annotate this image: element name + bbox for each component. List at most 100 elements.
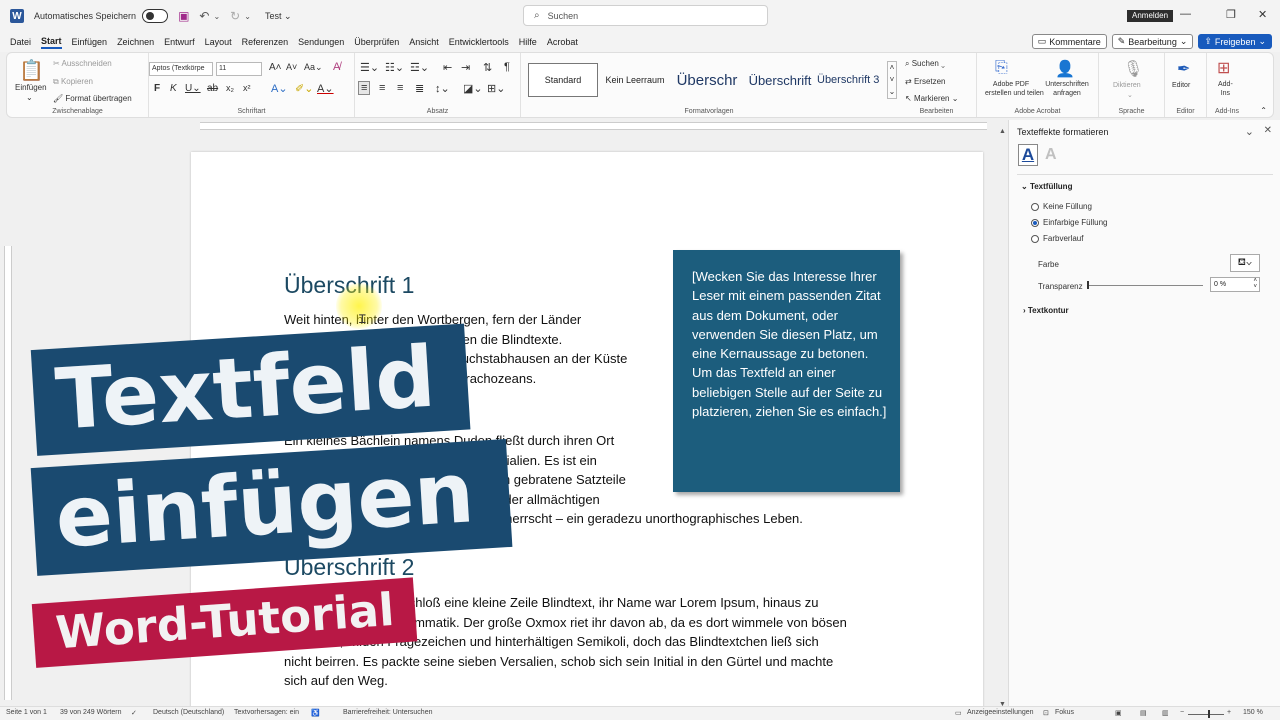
text-effects-icon[interactable]: A⌄ bbox=[271, 82, 288, 95]
show-marks-icon[interactable]: ¶ bbox=[504, 61, 510, 73]
paste-dropdown-icon[interactable]: ⌄ bbox=[26, 93, 33, 102]
select-button[interactable]: ↖ Markieren ⌄ bbox=[905, 94, 958, 103]
vertical-scrollbar[interactable]: ▲ ▼ bbox=[998, 128, 1008, 708]
restore-icon[interactable]: ❐ bbox=[1226, 8, 1236, 21]
paste-button[interactable]: Einfügen bbox=[15, 83, 47, 92]
paste-icon[interactable]: 📋 bbox=[19, 58, 44, 83]
text-fill-section[interactable]: ⌄ Textfüllung bbox=[1021, 182, 1072, 191]
text-box[interactable]: [Wecken Sie das Interesse Ihrer Leser mi… bbox=[673, 250, 900, 492]
font-name-combo[interactable]: Aptos (Textkörpe bbox=[149, 62, 213, 76]
create-pdf-button[interactable]: Adobe PDF erstellen und teilen bbox=[985, 80, 1044, 98]
bold-icon[interactable]: F bbox=[154, 83, 160, 94]
focus-button[interactable]: Fokus bbox=[1055, 709, 1074, 716]
save-icon[interactable]: ▣ bbox=[178, 9, 189, 23]
shrink-font-icon[interactable]: A˅ bbox=[286, 62, 297, 72]
borders-icon[interactable]: ⊞⌄ bbox=[487, 82, 505, 95]
addins-button[interactable]: Add- Ins bbox=[1218, 80, 1233, 98]
vertical-ruler[interactable] bbox=[4, 246, 12, 700]
text-outline-section[interactable]: › Textkontur bbox=[1023, 306, 1069, 315]
italic-icon[interactable]: K bbox=[170, 83, 177, 94]
align-center-icon[interactable]: ≡ bbox=[379, 82, 385, 94]
find-button[interactable]: ⌕ Suchen ⌄ bbox=[905, 59, 945, 69]
clear-formatting-icon[interactable]: A̸ bbox=[333, 61, 340, 73]
read-mode-icon[interactable]: ▣ bbox=[1115, 709, 1122, 717]
create-pdf-icon[interactable]: ⎘ bbox=[995, 59, 1008, 77]
style-standard[interactable]: Standard bbox=[528, 63, 598, 97]
minimize-icon[interactable]: — bbox=[1180, 8, 1191, 20]
dictate-dropdown-icon[interactable]: ⌄ bbox=[1127, 91, 1133, 99]
cut-button[interactable]: ✂ Ausschneiden bbox=[53, 59, 112, 68]
addins-icon[interactable]: ⊞ bbox=[1217, 58, 1230, 78]
numbering-icon[interactable]: ☷⌄ bbox=[385, 61, 404, 74]
zoom-level[interactable]: 150 % bbox=[1243, 709, 1263, 716]
undo-dropdown-icon[interactable]: ⌄ bbox=[213, 12, 220, 21]
login-button[interactable]: Anmelden bbox=[1127, 10, 1174, 22]
editing-mode-button[interactable]: ✎ Bearbeitung ⌄ bbox=[1111, 34, 1194, 49]
tab-entwicklertools[interactable]: Entwicklertools bbox=[449, 37, 509, 47]
grow-font-icon[interactable]: A˄ bbox=[269, 62, 282, 73]
tab-start[interactable]: Start bbox=[41, 36, 62, 49]
close-icon[interactable]: ✕ bbox=[1258, 8, 1267, 21]
zoom-slider[interactable] bbox=[1188, 714, 1224, 715]
tab-datei[interactable]: Datei bbox=[10, 37, 31, 47]
font-size-combo[interactable]: 11 bbox=[216, 62, 262, 76]
tab-ansicht[interactable]: Ansicht bbox=[409, 37, 439, 47]
search-input[interactable]: ⌕ Suchen bbox=[523, 5, 768, 26]
style-heading1[interactable]: Überschr bbox=[671, 63, 743, 97]
replace-button[interactable]: ⇄ Ersetzen bbox=[905, 77, 946, 86]
zoom-in-icon[interactable]: + bbox=[1227, 709, 1231, 716]
scroll-up-icon[interactable]: ▲ bbox=[999, 128, 1006, 135]
align-right-icon[interactable]: ≡ bbox=[397, 82, 403, 94]
zoom-slider-handle[interactable] bbox=[1208, 710, 1210, 718]
tab-acrobat[interactable]: Acrobat bbox=[547, 37, 578, 47]
shading-icon[interactable]: ◪⌄ bbox=[463, 82, 483, 95]
editor-icon[interactable]: ✒ bbox=[1177, 59, 1190, 79]
tab-layout[interactable]: Layout bbox=[205, 37, 232, 47]
horizontal-ruler[interactable] bbox=[200, 122, 987, 130]
decrease-indent-icon[interactable]: ⇤ bbox=[443, 61, 452, 74]
text-box-content[interactable]: [Wecken Sie das Interesse Ihrer Leser mi… bbox=[692, 267, 887, 421]
request-signatures-button[interactable]: Unterschriften anfragen bbox=[1041, 80, 1093, 98]
transparency-slider[interactable] bbox=[1087, 285, 1203, 286]
dictate-button[interactable]: Diktieren bbox=[1113, 82, 1141, 89]
text-fill-outline-tab[interactable]: A bbox=[1018, 144, 1038, 166]
justify-icon[interactable]: ≣ bbox=[415, 82, 424, 95]
zoom-out-icon[interactable]: − bbox=[1180, 709, 1184, 716]
tab-entwurf[interactable]: Entwurf bbox=[164, 37, 195, 47]
microphone-icon[interactable]: 🎙 bbox=[1123, 59, 1143, 79]
word-count[interactable]: 39 von 249 Wörtern bbox=[60, 709, 121, 716]
pane-close-icon[interactable]: ✕ bbox=[1264, 125, 1272, 136]
text-effects-tab[interactable]: A bbox=[1045, 146, 1057, 164]
collapse-ribbon-icon[interactable]: ⌃ bbox=[1260, 106, 1267, 115]
redo-icon[interactable]: ↻ bbox=[230, 9, 240, 23]
transparency-spinner-icon[interactable]: ˄ ˅ bbox=[1253, 278, 1257, 290]
transparency-slider-handle[interactable] bbox=[1087, 281, 1089, 289]
gradient-fill-radio[interactable] bbox=[1031, 235, 1039, 243]
change-case-icon[interactable]: Aa⌄ bbox=[304, 62, 323, 73]
superscript-icon[interactable]: x² bbox=[243, 83, 251, 93]
style-heading3[interactable]: Überschrift 3 bbox=[817, 63, 883, 97]
accessibility-status[interactable]: Barrierefreiheit: Untersuchen bbox=[343, 709, 433, 716]
comments-button[interactable]: ▭ Kommentare bbox=[1031, 34, 1107, 49]
font-color-icon[interactable]: A⌄ bbox=[317, 82, 334, 95]
subscript-icon[interactable]: x₂ bbox=[226, 83, 234, 93]
styles-scroll-icon[interactable]: ˄ ˅ ⌄ bbox=[887, 61, 897, 99]
format-painter-button[interactable]: 🖌 Format übertragen bbox=[53, 94, 132, 103]
tab-hilfe[interactable]: Hilfe bbox=[519, 37, 537, 47]
solid-fill-radio[interactable] bbox=[1031, 219, 1039, 227]
tab-referenzen[interactable]: Referenzen bbox=[242, 37, 289, 47]
transparency-input[interactable]: 0 % ˄ ˅ bbox=[1210, 277, 1260, 292]
highlight-color-icon[interactable]: ✐⌄ bbox=[295, 82, 313, 95]
document-title[interactable]: Test ⌄ bbox=[265, 11, 292, 22]
tab-einfuegen[interactable]: Einfügen bbox=[72, 37, 108, 47]
customize-qat-icon[interactable]: ⌄ bbox=[244, 12, 251, 21]
style-no-spacing[interactable]: Kein Leerraum bbox=[601, 63, 669, 97]
strikethrough-icon[interactable]: ab bbox=[207, 83, 218, 94]
text-predictions-status[interactable]: Textvorhersagen: ein bbox=[234, 709, 299, 716]
proofing-icon[interactable]: ✓ bbox=[131, 709, 137, 717]
undo-icon[interactable]: ↶ bbox=[199, 9, 209, 23]
web-layout-icon[interactable]: ▥ bbox=[1162, 709, 1169, 717]
display-settings-button[interactable]: Anzeigeeinstellungen bbox=[967, 709, 1034, 716]
print-layout-icon[interactable]: ▤ bbox=[1140, 709, 1147, 717]
fill-color-picker[interactable]: ⛾⌄ bbox=[1230, 254, 1260, 272]
